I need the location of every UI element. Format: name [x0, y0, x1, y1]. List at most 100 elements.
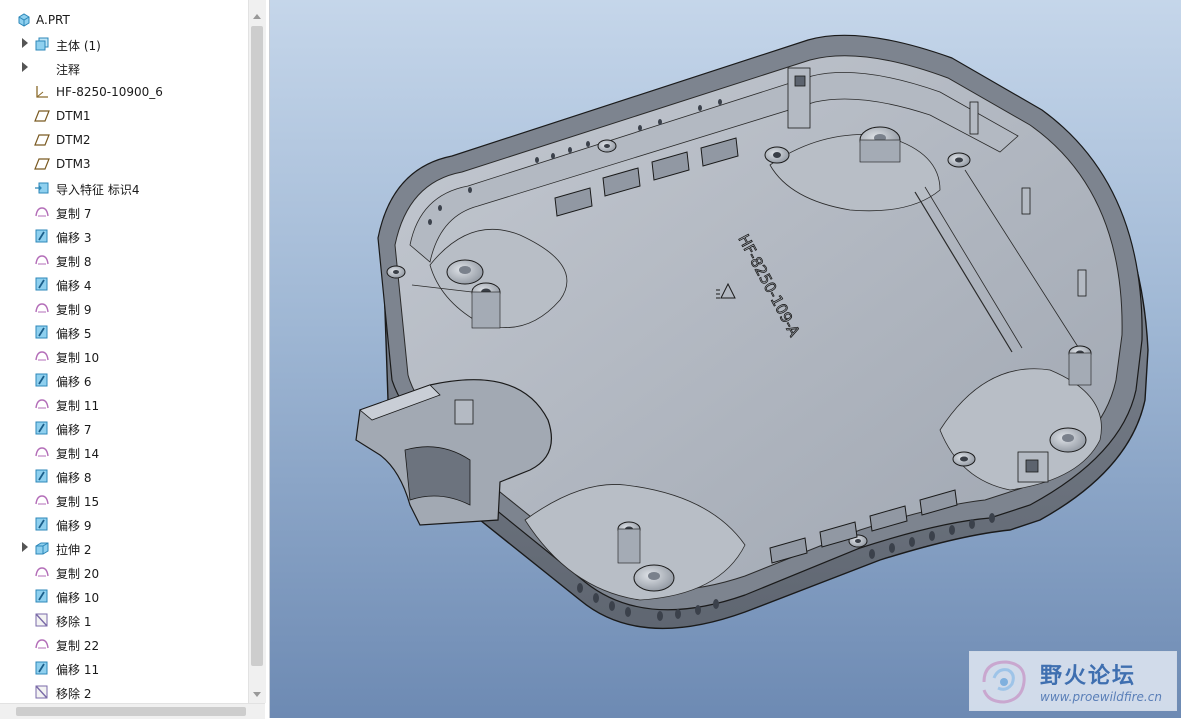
- tree-item[interactable]: 偏移 6: [0, 368, 248, 392]
- offset-icon: [34, 228, 50, 244]
- tree-item[interactable]: 复制 8: [0, 248, 248, 272]
- tree-item[interactable]: 复制 9: [0, 296, 248, 320]
- forum-title: 野火论坛: [1040, 664, 1137, 689]
- tree-item[interactable]: 偏移 7: [0, 416, 248, 440]
- offset-icon: [34, 372, 50, 388]
- tree-item-label: HF-8250-10900_6: [56, 85, 163, 99]
- tree-horizontal-scrollbar[interactable]: [0, 703, 265, 719]
- scroll-thumb[interactable]: [251, 26, 263, 666]
- tree-item-label: 偏移 9: [56, 519, 92, 533]
- scroll-up-icon[interactable]: [253, 14, 261, 19]
- copy-surface-icon: [34, 252, 50, 268]
- tree-item-label: 复制 15: [56, 495, 100, 509]
- scroll-down-icon[interactable]: [253, 692, 261, 697]
- datum-plane-icon: [34, 108, 50, 124]
- tree-item-label: 复制 7: [56, 207, 92, 221]
- offset-icon: [34, 420, 50, 436]
- tree-item[interactable]: 偏移 4: [0, 272, 248, 296]
- model-tree: A.PRT 主体 (1) 注释 HF-8250-10900_6 DTM1 DTM2 DTM3…: [0, 8, 248, 704]
- tree-item-label: DTM1: [56, 109, 91, 123]
- offset-icon: [34, 324, 50, 340]
- tree-item-label: DTM2: [56, 133, 91, 147]
- tree-item[interactable]: 偏移 9: [0, 512, 248, 536]
- tree-item[interactable]: 复制 20: [0, 560, 248, 584]
- tree-item-label: 复制 11: [56, 399, 100, 413]
- tree-item-label: 注释: [56, 63, 81, 77]
- connector-cutout: [404, 446, 471, 506]
- screw-boss: [446, 259, 484, 285]
- expand-arrow-icon[interactable]: [22, 38, 28, 48]
- tree-item[interactable]: 复制 14: [0, 440, 248, 464]
- remove-icon: [34, 612, 50, 628]
- offset-icon: [34, 588, 50, 604]
- screw-boss: [859, 126, 901, 163]
- tree-item[interactable]: 偏移 8: [0, 464, 248, 488]
- screw-boss: [617, 521, 641, 564]
- tree-item-label: 偏移 11: [56, 663, 100, 677]
- import-feature-icon: [34, 180, 50, 196]
- tree-item[interactable]: 复制 7: [0, 200, 248, 224]
- tree-item[interactable]: DTM1: [0, 104, 248, 128]
- screw-boss: [764, 146, 790, 164]
- tree-item-label: 移除 1: [56, 615, 92, 629]
- tree-item-label: 偏移 5: [56, 327, 92, 341]
- tree-item[interactable]: 注释: [0, 56, 248, 80]
- tree-item[interactable]: 主体 (1): [0, 32, 248, 56]
- tree-item[interactable]: DTM3: [0, 152, 248, 176]
- screw-boss: [386, 265, 406, 279]
- screw-boss: [947, 152, 971, 168]
- tree-item[interactable]: 复制 15: [0, 488, 248, 512]
- copy-surface-icon: [34, 564, 50, 580]
- offset-icon: [34, 468, 50, 484]
- screw-boss: [1049, 427, 1087, 453]
- tree-item-label: 复制 20: [56, 567, 100, 581]
- tree-item-label: 偏移 10: [56, 591, 100, 605]
- tree-vertical-scrollbar[interactable]: [248, 0, 266, 703]
- copy-surface-icon: [34, 348, 50, 364]
- copy-surface-icon: [34, 636, 50, 652]
- tree-item-label: A.PRT: [36, 13, 70, 27]
- part-model-view[interactable]: HF-8250-109-A: [270, 0, 1181, 718]
- screw-boss: [1068, 345, 1092, 386]
- expand-arrow-icon[interactable]: [22, 542, 28, 552]
- tree-item[interactable]: 移除 1: [0, 608, 248, 632]
- remove-icon: [34, 684, 50, 700]
- tree-item[interactable]: A.PRT: [0, 8, 248, 32]
- tree-item-label: 拉伸 2: [56, 543, 92, 557]
- copy-surface-icon: [34, 492, 50, 508]
- offset-icon: [34, 276, 50, 292]
- tree-item[interactable]: 偏移 5: [0, 320, 248, 344]
- screw-boss: [597, 139, 617, 153]
- tree-item[interactable]: 导入特征 标识4: [0, 176, 248, 200]
- tree-item-label: 复制 14: [56, 447, 100, 461]
- tree-item[interactable]: 复制 10: [0, 344, 248, 368]
- tree-item-label: 偏移 7: [56, 423, 92, 437]
- tree-item[interactable]: 偏移 11: [0, 656, 248, 680]
- tree-item-label: 导入特征 标识4: [56, 183, 140, 197]
- forum-url: www.proewildfire.cn: [1040, 690, 1162, 704]
- tree-item-label: 复制 9: [56, 303, 92, 317]
- tree-item[interactable]: 复制 11: [0, 392, 248, 416]
- graphics-window[interactable]: HF-8250-109-A 野火论坛 www.proewildfire.cn: [270, 0, 1181, 718]
- tree-item[interactable]: HF-8250-10900_6: [0, 80, 248, 104]
- tree-item[interactable]: DTM2: [0, 128, 248, 152]
- tree-item[interactable]: 偏移 10: [0, 584, 248, 608]
- extrude-icon: [34, 540, 50, 556]
- expand-arrow-icon[interactable]: [22, 62, 28, 72]
- tree-item[interactable]: 复制 22: [0, 632, 248, 656]
- tree-item[interactable]: 移除 2: [0, 680, 248, 704]
- tree-item[interactable]: 偏移 3: [0, 224, 248, 248]
- tree-item-label: DTM3: [56, 157, 91, 171]
- forum-watermark: 野火论坛 www.proewildfire.cn: [969, 651, 1177, 711]
- screw-boss: [471, 282, 501, 329]
- hscroll-thumb[interactable]: [16, 707, 246, 716]
- tree-item-label: 偏移 3: [56, 231, 92, 245]
- tree-item[interactable]: 拉伸 2: [0, 536, 248, 560]
- tree-item-label: 复制 10: [56, 351, 100, 365]
- offset-icon: [34, 516, 50, 532]
- model-tree-panel: A.PRT 主体 (1) 注释 HF-8250-10900_6 DTM1 DTM2 DTM3…: [0, 0, 270, 719]
- forum-logo-icon: [982, 660, 1026, 704]
- copy-surface-icon: [34, 396, 50, 412]
- tree-item-label: 复制 22: [56, 639, 100, 653]
- body-icon: [34, 36, 50, 52]
